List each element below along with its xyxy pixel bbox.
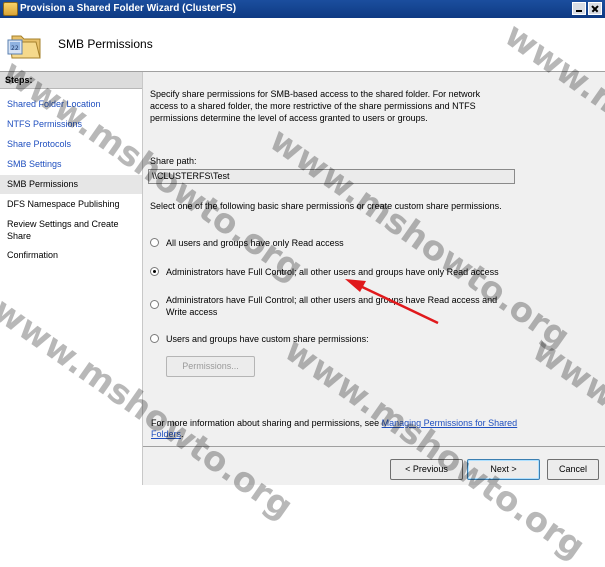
footer-divider (143, 446, 605, 447)
share-path-value: \\CLUSTERFS\Test (152, 171, 230, 181)
close-button[interactable] (588, 2, 602, 15)
share-path-label: Share path: (150, 156, 197, 166)
steps-heading-label: Steps: (5, 75, 33, 85)
info-text: For more information about sharing and p… (151, 418, 521, 440)
radio-admin-full-control-read[interactable] (150, 267, 159, 276)
radio-read-only[interactable] (150, 238, 159, 247)
share-path-field: \\CLUSTERFS\Test (148, 169, 515, 184)
permissions-button[interactable]: Permissions... (166, 356, 255, 377)
svg-text:22: 22 (11, 45, 19, 52)
step-review-settings: Review Settings and Create Share (7, 219, 119, 241)
wizard-header: 22 SMB Permissions (0, 18, 605, 72)
step-shared-folder-location[interactable]: Shared Folder Location (7, 98, 137, 110)
window-title: Provision a Shared Folder Wizard (Cluste… (20, 3, 237, 14)
wizard-app-icon (3, 2, 18, 16)
steps-panel: Steps: Shared Folder Location NTFS Permi… (0, 72, 143, 485)
option-admin-full-control-read-label[interactable]: Administrators have Full Control; all ot… (166, 266, 516, 278)
minimize-button[interactable] (572, 2, 586, 15)
page-title: SMB Permissions (58, 37, 153, 51)
step-confirmation: Confirmation (7, 250, 59, 260)
main-content: Specify share permissions for SMB-based … (143, 72, 605, 485)
step-share-protocols[interactable]: Share Protocols (7, 138, 137, 150)
radio-custom-permissions[interactable] (150, 334, 159, 343)
intro-text: Specify share permissions for SMB-based … (150, 89, 481, 123)
steps-heading: Steps: (0, 72, 142, 89)
option-custom-permissions-label[interactable]: Users and groups have custom share permi… (166, 333, 516, 345)
step-ntfs-permissions[interactable]: NTFS Permissions (7, 118, 137, 130)
next-button[interactable]: Next > (467, 459, 540, 480)
step-smb-permissions: SMB Permissions (7, 179, 79, 189)
cancel-button[interactable]: Cancel (547, 459, 599, 480)
step-dfs-namespace-publishing: DFS Namespace Publishing (7, 199, 120, 209)
step-smb-settings[interactable]: SMB Settings (7, 158, 137, 170)
radio-admin-full-control-read-write[interactable] (150, 300, 159, 309)
previous-button[interactable]: < Previous (390, 459, 463, 480)
option-admin-full-control-read-write-label[interactable]: Administrators have Full Control; all ot… (166, 294, 511, 318)
info-text-prefix: For more information about sharing and p… (151, 418, 382, 428)
option-read-only-label[interactable]: All users and groups have only Read acce… (166, 237, 516, 249)
title-bar: Provision a Shared Folder Wizard (Cluste… (0, 0, 605, 19)
info-text-end: . (181, 429, 184, 439)
shared-folder-icon: 22 (7, 35, 41, 59)
select-instruction: Select one of the following basic share … (150, 201, 502, 211)
